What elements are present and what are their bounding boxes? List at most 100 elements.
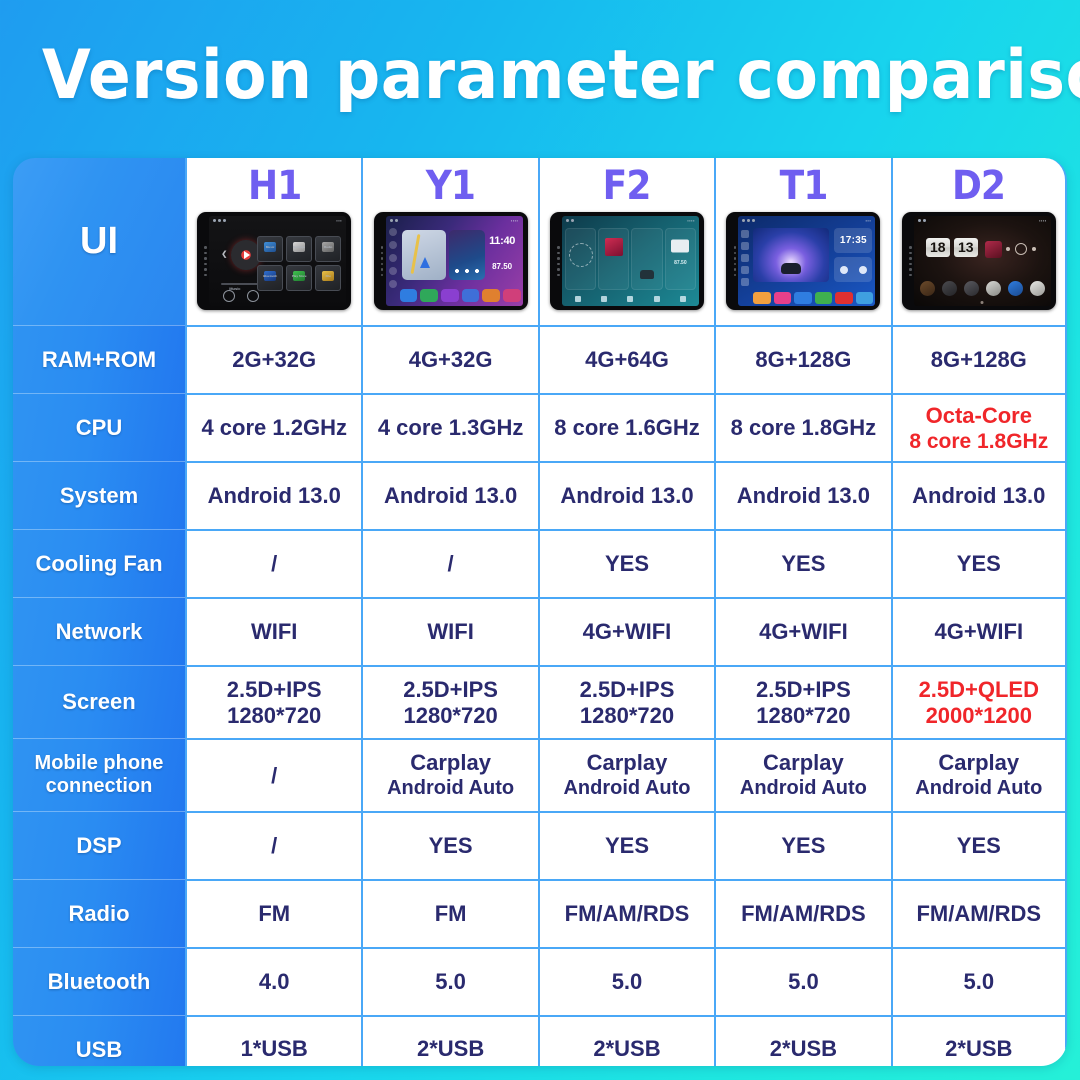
settings-icon <box>679 295 686 302</box>
statusbar-left-icons <box>213 219 227 222</box>
comparison-table: UI H1 ▪▪▪ ❮ ❯ Music <box>13 158 1067 1066</box>
widget-dot-icon <box>839 265 848 274</box>
statusbar-d2: ▪▪▪▪ <box>914 216 1051 225</box>
app-tile-grid: Music Settings Radio Bluetooth Play Stor… <box>257 236 342 291</box>
cell-cooling-fan-t1: YES <box>714 529 891 597</box>
app-icon <box>963 280 979 296</box>
model-header-d2: D2 ▪▪▪▪ 18 13 <box>890 158 1067 325</box>
cell-mobile-connection-d2: Carplay Android Auto <box>890 738 1067 811</box>
device-screenshot-y1: ▪▪▪▪ 11:40 87.50 <box>373 212 528 310</box>
cell-screen-f2: 2.5D+IPS 1280*720 <box>537 665 715 738</box>
bezel-buttons-icon <box>202 216 209 306</box>
nav-icon <box>575 295 582 302</box>
device-screenshot-d2: ▪▪▪▪ 18 13 <box>901 212 1056 310</box>
cell-dsp-y1: YES <box>361 811 538 879</box>
clock-hour-d2: 18 <box>925 238 950 257</box>
secondary-widget-t1 <box>834 257 873 282</box>
cell-line-1: 2.5D+IPS <box>226 676 322 702</box>
model-header-t1: T1 ▪▪▪ 17:35 <box>714 158 891 325</box>
cell-system-y1: Android 13.0 <box>361 461 538 529</box>
model-name-t1: T1 <box>779 163 828 209</box>
app-icon <box>919 280 935 296</box>
cell-screen-y1: 2.5D+IPS 1280*720 <box>361 665 538 738</box>
app-tile: Bluetooth <box>257 265 284 291</box>
statusbar-left-icons <box>565 219 574 222</box>
cell-usb-t1: 2*USB <box>714 1015 891 1066</box>
player-controls <box>1005 243 1036 255</box>
cell-system-f2: Android 13.0 <box>537 461 715 529</box>
music-panel <box>598 228 630 290</box>
cell-system-h1: Android 13.0 <box>185 461 362 529</box>
cell-radio-y1: FM <box>361 879 538 947</box>
cell-usb-y1: 2*USB <box>361 1015 538 1066</box>
cell-line-2: Android Auto <box>387 777 515 799</box>
side-rail-icons <box>388 228 399 288</box>
cell-radio-h1: FM <box>185 879 362 947</box>
cell-line-1: Carplay <box>410 750 491 775</box>
cell-network-h1: WIFI <box>185 597 362 665</box>
cell-cooling-fan-f2: YES <box>537 529 715 597</box>
cell-dsp-t1: YES <box>714 811 891 879</box>
album-art-icon <box>984 240 1002 258</box>
cell-line-2: 1280*720 <box>227 702 322 728</box>
cell-dsp-f2: YES <box>537 811 715 879</box>
cell-cpu-t1: 8 core 1.8GHz <box>714 393 891 461</box>
bezel-buttons-icon <box>555 216 562 306</box>
statusbar-h1: ▪▪▪ <box>209 216 346 225</box>
next-icon <box>1031 247 1036 251</box>
model-header-f2: F2 ▪▪▪▪ 87.50 <box>537 158 715 325</box>
statusbar-left-icons <box>917 219 926 222</box>
cell-network-f2: 4G+WIFI <box>537 597 715 665</box>
bezel-buttons-icon <box>379 216 386 306</box>
app-icon <box>941 280 957 296</box>
cell-network-y1: WIFI <box>361 597 538 665</box>
device-screenshot-f2: ▪▪▪▪ 87.50 <box>549 212 704 310</box>
app-tile: Settings <box>286 236 313 262</box>
statusbar-y1: ▪▪▪▪ <box>386 216 523 225</box>
album-art-icon <box>604 238 623 256</box>
comparison-page: Version parameter comparison UI H1 ▪▪▪ ❮… <box>0 0 1080 1080</box>
widget-panels-f2: 87.50 <box>564 228 696 290</box>
gauge-panel <box>564 228 597 290</box>
cell-line-2: 8 core 1.8GHz <box>909 429 1049 453</box>
app-dock-y1 <box>399 286 521 304</box>
cell-ram-rom-t1: 8G+128G <box>714 325 891 393</box>
widget-dot-icon <box>858 265 867 274</box>
bezel-buttons-icon <box>731 216 738 306</box>
phone-icon <box>601 295 608 302</box>
cell-usb-d2: 2*USB <box>890 1015 1067 1066</box>
cell-dsp-h1: / <box>185 811 362 879</box>
app-icon <box>985 280 1001 296</box>
statusbar-right-icons: ▪▪▪ <box>336 217 343 223</box>
model-header-h1: H1 ▪▪▪ ❮ ❯ Music <box>185 158 362 325</box>
app-tile: File <box>315 265 342 291</box>
media-widget <box>448 230 485 280</box>
cell-ram-rom-f2: 4G+64G <box>537 325 715 393</box>
row-label-network: Network <box>13 597 185 665</box>
cell-network-t1: 4G+WIFI <box>714 597 891 665</box>
row-label-ram-rom: RAM+ROM <box>13 325 185 393</box>
radio-panel: 87.50 <box>664 228 696 290</box>
model-name-f2: F2 <box>603 163 652 209</box>
page-title: Version parameter comparison <box>41 36 1080 115</box>
row-label-cpu: CPU <box>13 393 185 461</box>
cell-line-1: 2.5D+IPS <box>579 676 675 702</box>
cell-line-1: 2.5D+QLED <box>918 676 1039 702</box>
cell-bluetooth-t1: 5.0 <box>714 947 891 1015</box>
play-icon <box>1014 243 1027 255</box>
model-header-y1: Y1 ▪▪▪▪ 11:40 87.50 <box>361 158 538 325</box>
cell-line-2: Android Auto <box>563 777 691 799</box>
car-icon <box>640 270 655 280</box>
cell-line-2: Android Auto <box>915 777 1043 799</box>
music-widget-d2 <box>984 238 1043 260</box>
statusbar-left-icons <box>742 219 756 222</box>
cell-mobile-connection-h1: / <box>185 738 362 811</box>
cell-line-1: 2.5D+IPS <box>403 676 498 702</box>
screen-d2: ▪▪▪▪ 18 13 <box>913 216 1051 306</box>
statusbar-left-icons <box>389 219 398 222</box>
cell-ram-rom-d2: 8G+128G <box>890 325 1067 393</box>
app-dock-t1 <box>753 290 874 305</box>
app-tile: Radio <box>315 236 342 262</box>
row-label-usb: USB <box>13 1015 185 1066</box>
cell-screen-t1: 2.5D+IPS 1280*720 <box>714 665 891 738</box>
